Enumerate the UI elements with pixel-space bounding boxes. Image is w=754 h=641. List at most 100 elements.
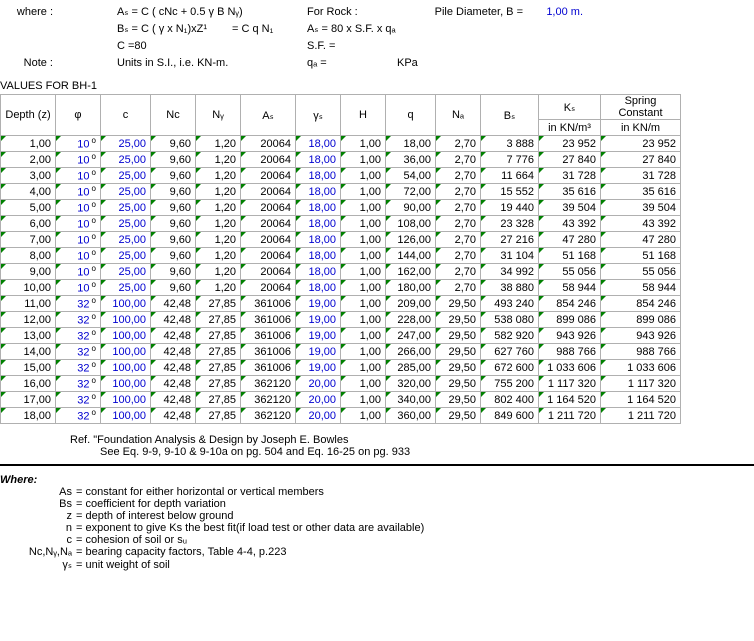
table-cell: 7 776	[481, 152, 539, 168]
table-cell: 55 056	[601, 264, 681, 280]
where-item-text: = bearing capacity factors, Table 4-4, p…	[76, 546, 286, 558]
table-cell: 18,00	[296, 232, 341, 248]
degree-symbol: o	[92, 168, 96, 177]
c-formula: C =80	[115, 38, 305, 55]
pile-diameter-label: Pile Diameter, B =	[395, 4, 525, 21]
table-cell: 10o	[56, 200, 101, 216]
pile-diameter-value: 1,00 m.	[525, 4, 585, 21]
table-cell: 20064	[241, 264, 296, 280]
where-item-text: = unit weight of soil	[76, 559, 170, 571]
table-cell: 27,85	[196, 376, 241, 392]
table-cell: 11 664	[481, 168, 539, 184]
table-cell: 247,00	[386, 328, 436, 344]
table-cell: 8,00	[1, 248, 56, 264]
table-row: 14,0032o100,0042,4827,8536100619,001,002…	[1, 344, 681, 360]
table-cell: 1,00	[341, 184, 386, 200]
table-cell: 51 168	[539, 248, 601, 264]
table-cell: 9,60	[151, 200, 196, 216]
table-cell: 1,20	[196, 168, 241, 184]
table-cell: 25,00	[101, 168, 151, 184]
table-cell: 2,70	[436, 200, 481, 216]
table-cell: 362120	[241, 376, 296, 392]
phi-value: 10	[77, 235, 89, 247]
table-cell: 42,48	[151, 296, 196, 312]
phi-value: 10	[77, 203, 89, 215]
table-cell: 31 728	[601, 168, 681, 184]
where-item: Nᴄ,Nᵧ,Nₐ= bearing capacity factors, Tabl…	[0, 546, 754, 558]
table-cell: 100,00	[101, 296, 151, 312]
phi-value: 32	[77, 379, 89, 391]
table-cell: 18,00	[1, 408, 56, 424]
table-cell: 2,70	[436, 216, 481, 232]
bs-formula-2: = C q N₁	[230, 21, 305, 38]
table-cell: 988 766	[539, 344, 601, 360]
table-cell: 18,00	[296, 136, 341, 152]
table-cell: 39 504	[539, 200, 601, 216]
sf-formula: S.F. =	[305, 38, 455, 55]
table-cell: 32o	[56, 312, 101, 328]
table-cell: 72,00	[386, 184, 436, 200]
table-cell: 2,70	[436, 232, 481, 248]
table-cell: 1,00	[341, 296, 386, 312]
table-cell: 18,00	[296, 280, 341, 296]
table-cell: 18,00	[296, 248, 341, 264]
col-spring: Spring Constant	[601, 95, 681, 120]
table-cell: 2,70	[436, 168, 481, 184]
table-cell: 10o	[56, 264, 101, 280]
table-row: 2,0010o25,009,601,202006418,001,0036,002…	[1, 152, 681, 168]
table-cell: 10o	[56, 232, 101, 248]
table-cell: 42,48	[151, 328, 196, 344]
degree-symbol: o	[92, 296, 96, 305]
where-item-label: γₛ	[0, 558, 72, 571]
phi-value: 32	[77, 315, 89, 327]
phi-value: 32	[77, 395, 89, 407]
table-cell: 1,20	[196, 216, 241, 232]
table-cell: 34 992	[481, 264, 539, 280]
table-cell: 9,60	[151, 264, 196, 280]
where-item-text: = exponent to give Ks the best fit(if lo…	[76, 522, 424, 534]
table-cell: 362120	[241, 408, 296, 424]
phi-value: 10	[77, 155, 89, 167]
table-cell: 15,00	[1, 360, 56, 376]
table-cell: 899 086	[601, 312, 681, 328]
degree-symbol: o	[92, 408, 96, 417]
table-cell: 108,00	[386, 216, 436, 232]
table-row: 4,0010o25,009,601,202006418,001,0072,002…	[1, 184, 681, 200]
col-ks: Kₛ	[539, 95, 601, 120]
table-cell: 361006	[241, 344, 296, 360]
table-cell: 1,00	[341, 248, 386, 264]
table-cell: 320,00	[386, 376, 436, 392]
table-cell: 1,00	[341, 136, 386, 152]
table-cell: 943 926	[601, 328, 681, 344]
where-label: where :	[0, 4, 55, 21]
table-cell: 2,70	[436, 136, 481, 152]
table-row: 15,0032o100,0042,4827,8536100619,001,002…	[1, 360, 681, 376]
header-block: where : Aₛ = C ( cNᴄ + 0.5 γ B Nᵧ) For R…	[0, 0, 754, 74]
table-cell: 10o	[56, 152, 101, 168]
phi-value: 10	[77, 267, 89, 279]
phi-value: 10	[77, 283, 89, 295]
table-cell: 3 888	[481, 136, 539, 152]
table-cell: 27,85	[196, 360, 241, 376]
table-cell: 19 440	[481, 200, 539, 216]
table-cell: 361006	[241, 312, 296, 328]
table-cell: 1,20	[196, 248, 241, 264]
table-cell: 228,00	[386, 312, 436, 328]
table-cell: 32o	[56, 376, 101, 392]
table-cell: 27,85	[196, 392, 241, 408]
table-cell: 5,00	[1, 200, 56, 216]
table-cell: 18,00	[296, 216, 341, 232]
table-cell: 7,00	[1, 232, 56, 248]
col-phi: φ	[56, 95, 101, 136]
col-as: Aₛ	[241, 95, 296, 136]
table-cell: 20064	[241, 216, 296, 232]
table-cell: 362120	[241, 392, 296, 408]
table-cell: 58 944	[601, 280, 681, 296]
table-cell: 3,00	[1, 168, 56, 184]
table-cell: 126,00	[386, 232, 436, 248]
table-row: 10,0010o25,009,601,202006418,001,00180,0…	[1, 280, 681, 296]
table-cell: 493 240	[481, 296, 539, 312]
table-cell: 32o	[56, 408, 101, 424]
table-row: 16,0032o100,0042,4827,8536212020,001,003…	[1, 376, 681, 392]
table-cell: 1,20	[196, 136, 241, 152]
